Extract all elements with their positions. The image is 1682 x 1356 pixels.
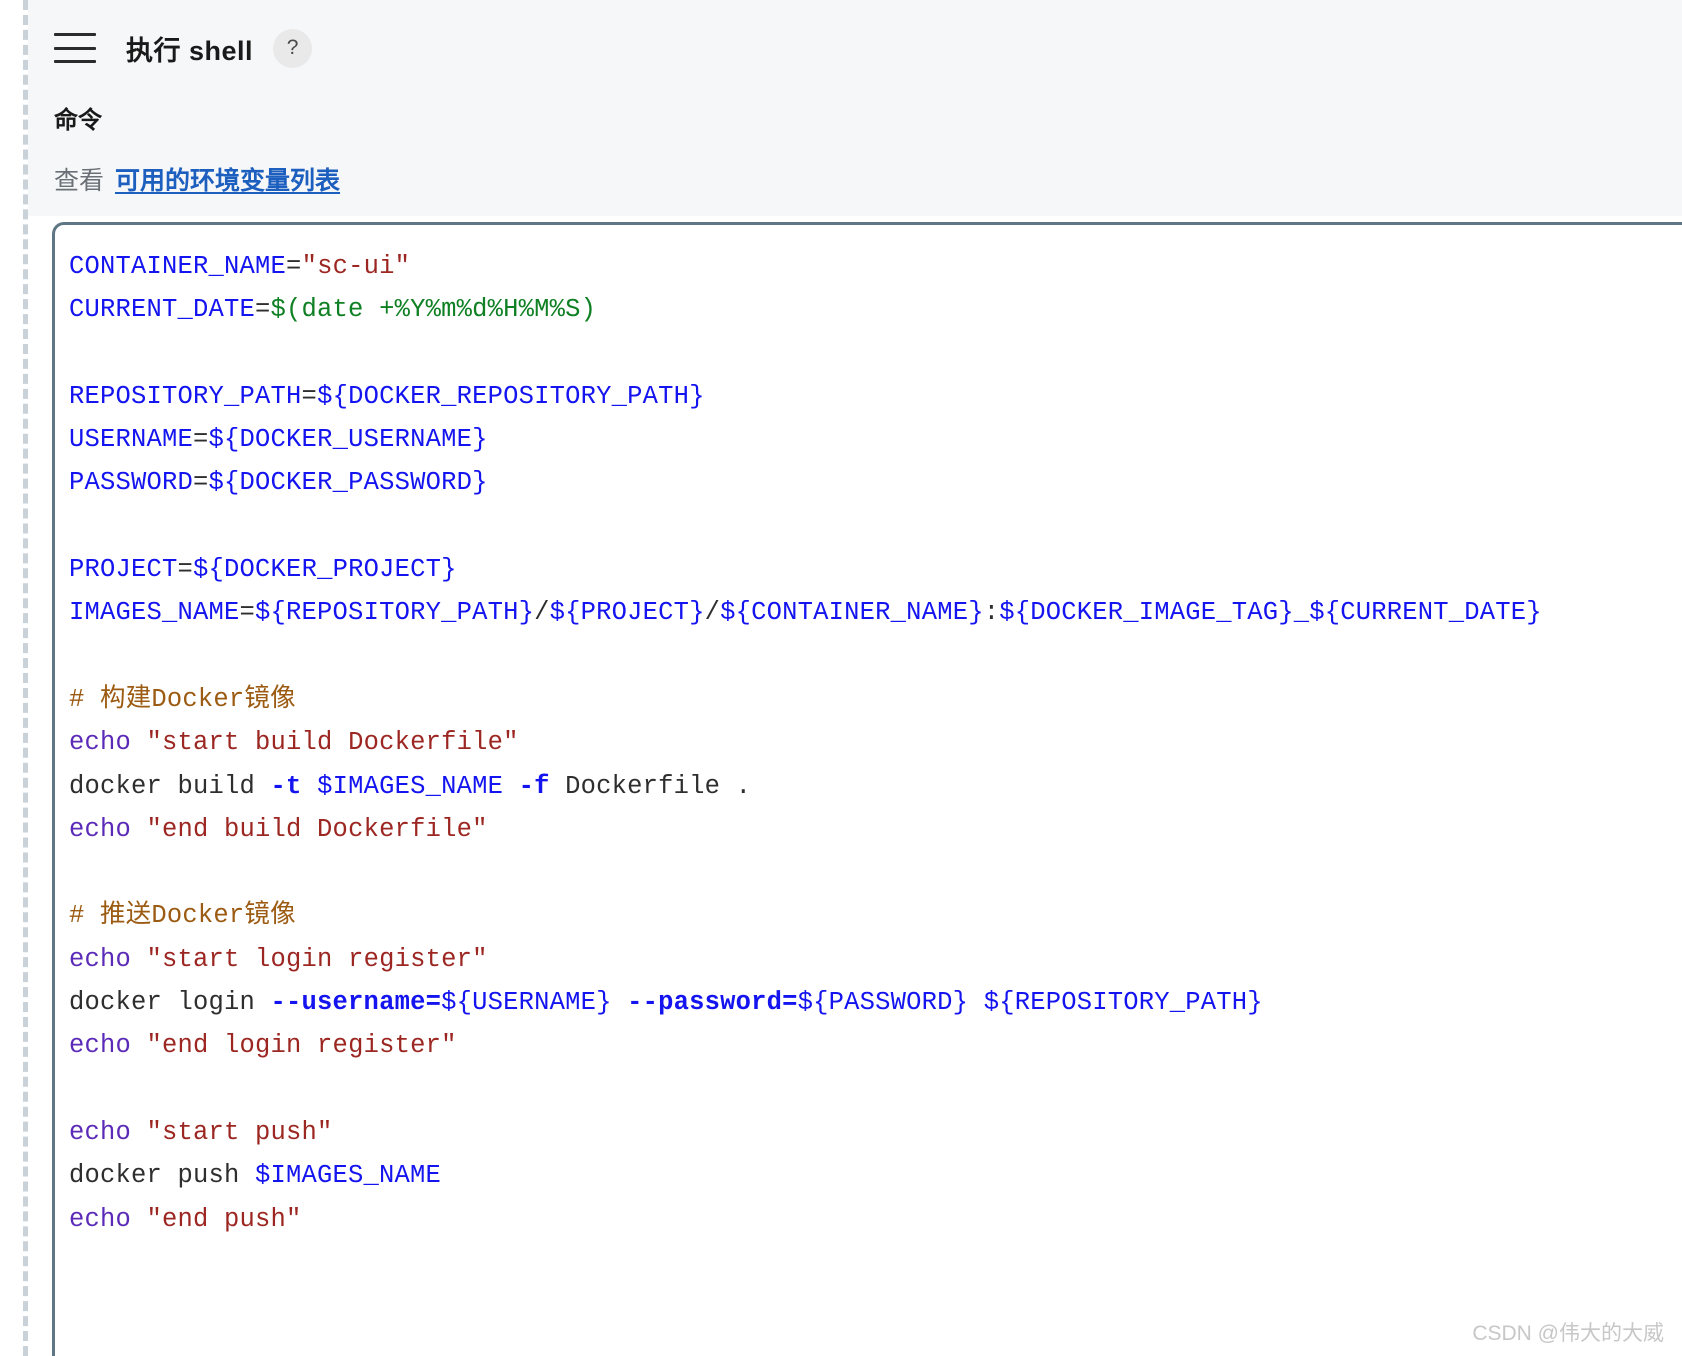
help-icon[interactable]: ? [273,28,313,68]
code-token: ${DOCKER_PROJECT} [193,555,457,585]
code-token: CONTAINER_NAME [69,252,287,281]
code-line: # 构建Docker镜像 [69,685,296,714]
code-token: --password= [627,988,798,1018]
code-token: = [193,468,209,498]
page-root: 执行 shell ? 命令 查看 可用的环境变量列表 CONTAINER_NAM… [0,0,1682,1356]
code-line: echo "start build Dockerfile" [69,728,519,757]
code-line: CONTAINER_NAME="sc-ui" [69,252,410,281]
code-token: echo [69,1117,132,1147]
hamburger-menu-icon[interactable] [54,33,96,63]
code-token: echo [69,1204,132,1234]
code-token: "end build Dockerfile" [146,814,488,844]
code-token: ${REPOSITORY_PATH} [983,988,1263,1018]
code-token: ${CONTAINER_NAME} [720,598,984,628]
code-token: echo [69,944,132,974]
code-token: $(date +%Y%m%d%H%M%S) [270,295,597,325]
hint-prefix-text: 查看 [54,167,105,195]
hamburger-bar [54,46,96,50]
code-line: docker build -t $IMAGES_NAME -f Dockerfi… [69,772,751,801]
code-token: = [239,598,256,628]
code-token: docker build [69,771,271,801]
command-field-label: 命令 [54,107,102,134]
code-token: IMAGES_NAME [69,598,240,628]
code-token: "start push" [146,1117,333,1147]
code-token: / [704,598,721,628]
code-token: PASSWORD [69,468,194,498]
code-token: PROJECT [69,555,178,585]
code-line: CURRENT_DATE=$(date +%Y%m%d%H%M%S) [69,295,596,324]
code-token: # 推送Docker镜像 [69,901,296,931]
command-code-editor[interactable]: CONTAINER_NAME="sc-ui" CURRENT_DATE=$(da… [52,222,1682,1356]
code-token: = [255,295,271,325]
code-token: : [983,598,1000,628]
env-var-hint: 查看 可用的环境变量列表 [28,161,1682,197]
code-line: echo "start login register" [69,945,488,974]
code-token: # 构建Docker镜像 [69,684,296,714]
code-token: ${DOCKER_PASSWORD} [208,468,488,498]
code-token: ${USERNAME} [441,988,612,1018]
code-token: = [177,555,194,585]
code-line: echo "end push" [69,1205,302,1234]
code-token: ${PROJECT} [549,598,705,628]
code-token: = [286,252,302,281]
code-line: docker login --username=${USERNAME} --pa… [69,988,1263,1017]
code-token: $IMAGES_NAME [255,1161,442,1191]
code-token: = [301,381,318,411]
code-token: echo [69,814,132,844]
code-token: ${DOCKER_REPOSITORY_PATH} [317,381,705,411]
code-token: -t [270,771,302,801]
code-token: "end push" [146,1204,302,1234]
code-token: ${DOCKER_IMAGE_TAG}_${CURRENT_DATE} [999,598,1542,628]
code-token: "start login register" [146,944,488,974]
code-token: -f [518,771,550,801]
code-token: $IMAGES_NAME [317,771,504,801]
code-line: PROJECT=${DOCKER_PROJECT} [69,555,457,584]
code-token: "end login register" [146,1031,457,1061]
hamburger-bar [54,60,96,63]
code-token: REPOSITORY_PATH [69,381,302,411]
code-token: ${REPOSITORY_PATH} [255,598,535,628]
code-token: CURRENT_DATE [69,295,256,325]
code-line: REPOSITORY_PATH=${DOCKER_REPOSITORY_PATH… [69,382,705,411]
code-token: Dockerfile . [549,771,752,801]
hamburger-bar [54,33,96,36]
code-token: USERNAME [69,425,194,455]
code-token: ${DOCKER_USERNAME} [208,425,488,455]
code-line: echo "end build Dockerfile" [69,815,488,844]
title-bar: 执行 shell ? [28,0,1682,96]
code-token: --username= [270,988,442,1018]
page-title: 执行 shell [126,35,254,66]
env-variable-list-link[interactable]: 可用的环境变量列表 [115,161,340,197]
code-line: echo "start push" [69,1118,333,1147]
code-token: docker push [69,1161,256,1191]
code-token: ${PASSWORD} [797,988,969,1018]
code-token: echo [69,1031,132,1061]
code-token: echo [69,728,132,758]
code-line: PASSWORD=${DOCKER_PASSWORD} [69,468,488,497]
code-token: docker login [69,988,271,1018]
code-line: docker push $IMAGES_NAME [69,1161,441,1190]
code-token: "start build Dockerfile" [146,728,519,758]
code-line: IMAGES_NAME=${REPOSITORY_PATH}/${PROJECT… [69,598,1542,627]
code-token: = [193,425,209,455]
shell-script-content[interactable]: CONTAINER_NAME="sc-ui" CURRENT_DATE=$(da… [55,225,1682,1241]
code-line: echo "end login register" [69,1031,457,1060]
form-header-panel: 执行 shell ? 命令 查看 可用的环境变量列表 [28,0,1682,216]
code-token: "sc-ui" [301,252,411,281]
code-token: / [534,598,550,628]
code-line: USERNAME=${DOCKER_USERNAME} [69,425,488,454]
code-line: # 推送Docker镜像 [69,901,296,930]
